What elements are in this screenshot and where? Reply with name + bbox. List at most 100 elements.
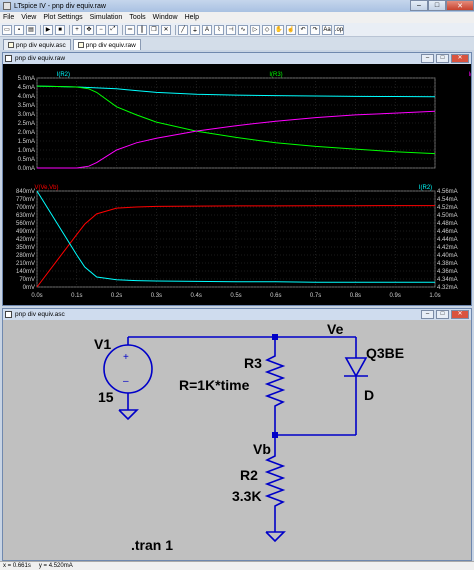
minimize-button[interactable]: – <box>410 0 428 11</box>
legend-entry: I(R2) <box>419 185 432 191</box>
wire-icon[interactable]: ╱ <box>178 24 188 35</box>
schematic-canvas[interactable]: + – V1 15 R3 R=1K*time Vb R2 3.3K Ve Q3B… <box>3 320 471 560</box>
tab-label: pnp div equiv.asc <box>16 41 66 49</box>
waveform-plot[interactable]: 5.0mA 4.5mA 4.0mA 3.5mA 3.0mA 2.5mA 2.0mA 1.5mA… <box>3 64 471 305</box>
maximize-button[interactable]: □ <box>428 0 446 11</box>
cursor-x-readout: x = 0.661s <box>3 563 31 569</box>
tab-schematic[interactable]: pnp div equiv.asc <box>3 39 71 50</box>
halt-icon[interactable]: ■ <box>55 24 65 35</box>
y-tick-label-right: 4.40mA <box>437 253 458 259</box>
menu-view[interactable]: View <box>21 14 36 21</box>
x-tick-label: 0.9s <box>390 293 401 299</box>
y-tick-label-right: 4.44mA <box>437 237 458 243</box>
diode-name-label: Q3BE <box>366 345 404 361</box>
open-folder-icon[interactable]: ▭ <box>2 24 12 35</box>
run-icon[interactable]: ▶ <box>43 24 53 35</box>
y-tick-label-right: 4.36mA <box>437 269 458 275</box>
waveform-window-controls: – □ ✕ <box>419 54 469 63</box>
diode-icon[interactable]: ▷ <box>250 24 260 35</box>
tab-label: pnp div equiv.raw <box>85 41 136 49</box>
toolbar-separator <box>40 24 41 35</box>
document-tab-bar: pnp div equiv.asc pnp div equiv.raw <box>0 37 474 50</box>
close-all-icon[interactable]: ✕ <box>161 24 171 35</box>
waveform-window[interactable]: pnp div equiv.raw – □ ✕ 5.0mA 4.5mA 4.0mA 3… <box>2 52 472 306</box>
minimize-button[interactable]: – <box>421 310 434 319</box>
spice-directive-icon[interactable]: .op <box>334 24 344 35</box>
label-icon[interactable]: A <box>202 24 212 35</box>
tab-waveform[interactable]: pnp div equiv.raw <box>72 39 141 50</box>
undo-icon[interactable]: ↶ <box>298 24 308 35</box>
cascade-icon[interactable]: ❐ <box>149 24 159 35</box>
schematic-window-title: pnp div equiv.asc <box>15 311 65 318</box>
menu-bar: File View Plot Settings Simulation Tools… <box>0 12 474 23</box>
y-tick-label: 5.0mA <box>18 76 35 82</box>
junction-dot <box>272 334 278 340</box>
zoom-in-icon[interactable]: + <box>72 24 82 35</box>
waveform-window-title: pnp div equiv.raw <box>15 55 66 62</box>
close-button[interactable]: ✕ <box>451 310 469 319</box>
schematic-icon <box>5 311 12 318</box>
y-tick-label-right: 4.50mA <box>437 213 458 219</box>
waveform-window-titlebar[interactable]: pnp div equiv.raw – □ ✕ <box>3 53 471 64</box>
ground-icon <box>265 531 286 543</box>
x-tick-label: 0.3s <box>151 293 162 299</box>
capacitor-icon[interactable]: ⊣ <box>226 24 236 35</box>
menu-tools[interactable]: Tools <box>129 14 145 21</box>
menu-window[interactable]: Window <box>153 14 178 21</box>
ground-icon <box>118 409 139 421</box>
x-tick-label: 0.2s <box>111 293 122 299</box>
y-tick-label: 2.0mA <box>18 130 35 136</box>
y-tick-label: 3.0mA <box>18 112 35 118</box>
x-tick-label: 0.0s <box>31 293 42 299</box>
y-tick-label-right: 4.54mA <box>437 197 458 203</box>
tile-horizontal-icon[interactable]: ═ <box>125 24 135 35</box>
drag-icon[interactable]: ☝ <box>286 24 296 35</box>
waveform-icon <box>5 55 12 62</box>
x-tick-label: 0.1s <box>71 293 82 299</box>
x-tick-label: 0.8s <box>350 293 361 299</box>
y-tick-label: 2.5mA <box>18 121 35 127</box>
cursor-y-readout: y = 4.520mA <box>38 563 73 569</box>
diode-q3be <box>344 350 368 388</box>
minus-sign: – <box>123 376 129 387</box>
r3-value-label: R=1K*time <box>179 377 250 393</box>
legend-entry: I(R3) <box>269 72 282 78</box>
y-tick-label: 420mV <box>16 237 35 243</box>
close-button[interactable]: ✕ <box>451 54 469 63</box>
y-tick-label: 770mV <box>16 197 35 203</box>
schematic-window-titlebar[interactable]: pnp div equiv.asc – □ ✕ <box>3 309 471 320</box>
pan-icon[interactable]: ✥ <box>84 24 94 35</box>
print-icon[interactable]: ▤ <box>26 24 36 35</box>
menu-simulation[interactable]: Simulation <box>90 14 123 21</box>
schematic-icon <box>8 42 14 48</box>
menu-plot-settings[interactable]: Plot Settings <box>43 14 82 21</box>
save-icon[interactable]: ▪ <box>14 24 24 35</box>
text-icon[interactable]: Aa <box>322 24 332 35</box>
move-icon[interactable]: ✋ <box>274 24 284 35</box>
resistor-icon[interactable]: ⌇ <box>214 24 224 35</box>
v1-value-label: 15 <box>98 389 114 405</box>
minimize-button[interactable]: – <box>421 54 434 63</box>
menu-file[interactable]: File <box>3 14 14 21</box>
status-bar: x = 0.661s y = 4.520mA <box>0 561 474 570</box>
x-tick-label: 0.5s <box>230 293 241 299</box>
maximize-button[interactable]: □ <box>436 54 449 63</box>
tran-directive[interactable]: .tran 1 <box>131 537 173 553</box>
redo-icon[interactable]: ↷ <box>310 24 320 35</box>
ground-icon[interactable]: ⏚ <box>190 24 200 35</box>
maximize-button[interactable]: □ <box>436 310 449 319</box>
inductor-icon[interactable]: ∿ <box>238 24 248 35</box>
y-tick-label: 4.0mA <box>18 94 35 100</box>
y-tick-label: 4.5mA <box>18 85 35 91</box>
y-tick-label: 70mV <box>19 277 35 283</box>
zoom-out-icon[interactable]: − <box>96 24 106 35</box>
zoom-fit-icon[interactable]: ⤢ <box>108 24 118 35</box>
top-plot-pane: 5.0mA 4.5mA 4.0mA 3.5mA 3.0mA 2.5mA 2.0mA 1.5mA… <box>18 72 471 172</box>
y-tick-label: 560mV <box>16 221 35 227</box>
menu-help[interactable]: Help <box>185 14 199 21</box>
y-tick-label-right: 4.56mA <box>437 189 458 195</box>
tile-vertical-icon[interactable]: ║ <box>137 24 147 35</box>
component-icon[interactable]: ◇ <box>262 24 272 35</box>
close-button[interactable]: ✕ <box>446 0 474 11</box>
schematic-window[interactable]: pnp div equiv.asc – □ ✕ + – V1 15 R3 R=1… <box>2 308 472 561</box>
